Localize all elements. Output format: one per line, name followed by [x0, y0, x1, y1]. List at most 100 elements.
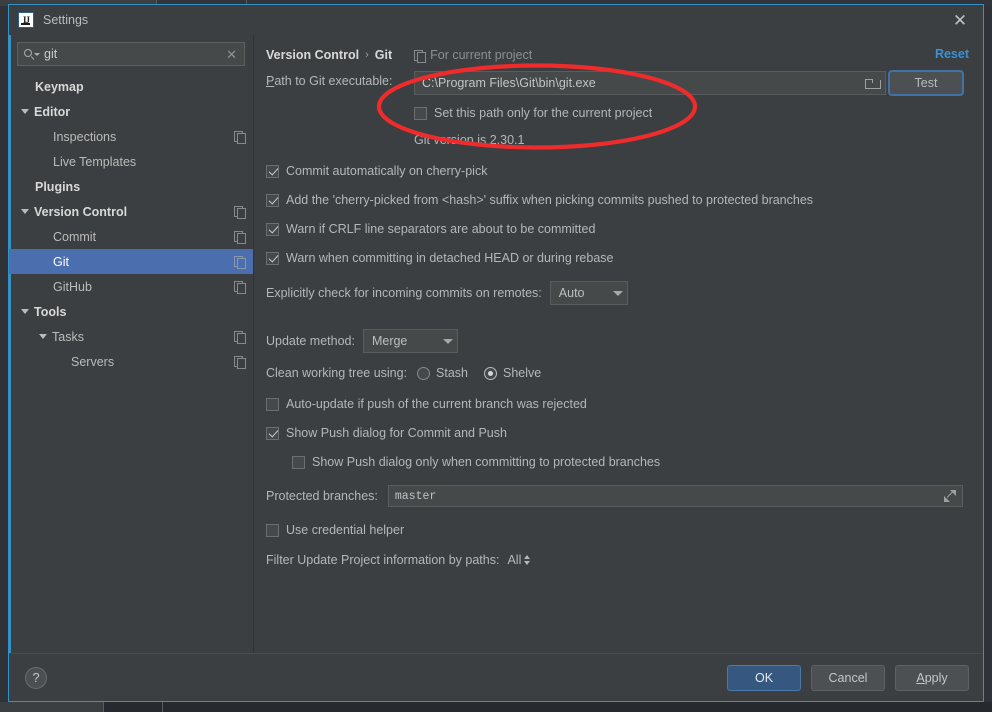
git-option-checkbox[interactable]: [266, 252, 279, 265]
clear-search-icon[interactable]: ✕: [225, 48, 238, 61]
ok-button[interactable]: OK: [727, 664, 801, 691]
chevron-down-icon[interactable]: [21, 209, 29, 214]
set-path-current-project-row[interactable]: Set this path only for the current proje…: [266, 99, 969, 128]
set-path-current-project-label: Set this path only for the current proje…: [434, 106, 653, 121]
stash-radio[interactable]: [417, 366, 431, 380]
sidebar-item-git[interactable]: Git: [9, 249, 253, 274]
incoming-commits-label: Explicitly check for incoming commits on…: [266, 286, 542, 300]
git-option-checkbox[interactable]: [266, 194, 279, 207]
sidebar-item-github[interactable]: GitHub: [9, 274, 253, 299]
git-path-input[interactable]: C:\Program Files\Git\bin\git.exe: [414, 71, 886, 95]
sidebar-item-version-control[interactable]: Version Control: [9, 199, 253, 224]
protected-branches-input[interactable]: master: [387, 485, 963, 507]
project-scope-indicator: For current project: [414, 48, 533, 63]
project-scope-label: For current project: [430, 48, 533, 62]
folder-icon[interactable]: [865, 78, 881, 89]
sidebar-item-servers[interactable]: Servers: [9, 349, 253, 374]
project-scope-icon: [234, 131, 246, 144]
use-credential-helper-label: Use credential helper: [286, 523, 405, 538]
git-option-label: Warn if CRLF line separators are about t…: [286, 222, 596, 237]
git-option-row[interactable]: Warn when committing in detached HEAD or…: [266, 244, 969, 273]
git-option-label: Warn when committing in detached HEAD or…: [286, 251, 614, 266]
clean-working-tree-label: Clean working tree using:: [266, 366, 408, 380]
sidebar-item-plugins[interactable]: Plugins: [9, 174, 253, 199]
update-method-select[interactable]: Merge: [362, 329, 458, 353]
settings-dialog: IJ Settings ✕ git ✕ Keymap Editor Inspecti…: [8, 4, 984, 702]
sidebar-item-editor[interactable]: Editor: [9, 99, 253, 124]
sidebar-item-label: GitHub: [53, 279, 92, 294]
expand-icon[interactable]: [944, 490, 956, 502]
git-option-row[interactable]: Warn if CRLF line separators are about t…: [266, 215, 969, 244]
chevron-down-icon[interactable]: [21, 309, 29, 314]
filter-paths-stepper[interactable]: All: [507, 553, 531, 567]
search-icon: [24, 48, 40, 61]
update-method-value: Merge: [371, 334, 408, 348]
git-option-row[interactable]: Commit automatically on cherry-pick: [266, 157, 969, 186]
shelve-radio[interactable]: [484, 366, 498, 380]
show-push-protected-checkbox[interactable]: [292, 456, 305, 469]
git-path-value: C:\Program Files\Git\bin\git.exe: [422, 76, 596, 90]
sidebar-item-tasks[interactable]: Tasks: [9, 324, 253, 349]
help-icon[interactable]: ?: [25, 666, 47, 689]
project-scope-icon: [234, 356, 246, 369]
sidebar-item-tools[interactable]: Tools: [9, 299, 253, 324]
show-push-dialog-row[interactable]: Show Push dialog for Commit and Push: [266, 419, 969, 448]
dialog-titlebar[interactable]: IJ Settings ✕: [9, 5, 983, 35]
breadcrumb-separator: ›: [365, 49, 369, 61]
breadcrumb-parent[interactable]: Version Control: [266, 48, 359, 62]
use-credential-helper-row[interactable]: Use credential helper: [266, 516, 969, 545]
git-option-checkbox[interactable]: [266, 223, 279, 236]
sidebar-item-label: Servers: [71, 354, 115, 369]
use-credential-helper-checkbox[interactable]: [266, 524, 279, 537]
dialog-body: git ✕ Keymap Editor Inspections Live Templa…: [9, 35, 983, 653]
protected-branches-row: Protected branches: master: [266, 481, 969, 511]
update-method-label: Update method:: [266, 334, 355, 348]
protected-branches-value: master: [394, 489, 437, 503]
project-scope-icon: [234, 206, 246, 219]
chevron-down-icon: [442, 338, 453, 344]
sidebar-item-label: Editor: [34, 104, 71, 119]
breadcrumb: Version Control › Git For current projec…: [266, 48, 533, 63]
settings-sidebar: git ✕ Keymap Editor Inspections Live Templa…: [9, 35, 254, 653]
search-input[interactable]: git ✕: [17, 42, 245, 66]
chevron-down-icon[interactable]: [21, 109, 29, 114]
filter-paths-label: Filter Update Project information by pat…: [266, 553, 500, 567]
backdrop-bottom-divider-1: [103, 702, 104, 712]
git-option-row[interactable]: Add the 'cherry-picked from <hash>' suff…: [266, 186, 969, 215]
git-option-label: Commit automatically on cherry-pick: [286, 164, 488, 179]
show-push-dialog-checkbox[interactable]: [266, 427, 279, 440]
show-push-protected-row[interactable]: Show Push dialog only when committing to…: [266, 448, 969, 477]
protected-branches-label: Protected branches:: [266, 489, 378, 503]
intellij-idea-logo-icon: IJ: [18, 12, 34, 28]
settings-tree: Keymap Editor Inspections Live Templates Plu…: [9, 70, 253, 653]
auto-update-row[interactable]: Auto-update if push of the current branc…: [266, 390, 969, 419]
auto-update-checkbox[interactable]: [266, 398, 279, 411]
chevron-down-icon[interactable]: [39, 334, 47, 339]
cancel-button[interactable]: Cancel: [811, 664, 885, 691]
search-container: git ✕: [9, 35, 253, 70]
radio-option-stash[interactable]: Stash: [417, 366, 468, 380]
close-icon[interactable]: ✕: [947, 8, 973, 32]
sidebar-item-label: Plugins: [35, 179, 81, 194]
incoming-commits-row: Explicitly check for incoming commits on…: [266, 276, 969, 310]
sidebar-item-label: Version Control: [34, 204, 128, 219]
set-path-current-project-checkbox[interactable]: [414, 107, 427, 120]
sidebar-item-commit[interactable]: Commit: [9, 224, 253, 249]
git-option-label: Add the 'cherry-picked from <hash>' suff…: [286, 193, 814, 208]
git-option-checkbox[interactable]: [266, 165, 279, 178]
test-button[interactable]: Test: [888, 70, 964, 96]
sidebar-item-inspections[interactable]: Inspections: [9, 124, 253, 149]
settings-content-panel: Version Control › Git For current projec…: [254, 35, 983, 653]
incoming-commits-select[interactable]: Auto: [549, 281, 628, 305]
auto-update-label: Auto-update if push of the current branc…: [286, 397, 587, 412]
sidebar-item-label: Git: [53, 254, 69, 269]
backdrop-bottom-tab: [0, 702, 103, 712]
sidebar-item-live-templates[interactable]: Live Templates: [9, 149, 253, 174]
sidebar-item-keymap[interactable]: Keymap: [9, 74, 253, 99]
apply-button[interactable]: Apply: [895, 664, 969, 691]
radio-option-shelve[interactable]: Shelve: [484, 366, 541, 380]
git-path-label: Path to Git executable:: [266, 74, 392, 88]
breadcrumb-current: Git: [374, 48, 393, 62]
project-scope-icon: [234, 331, 246, 344]
reset-link[interactable]: Reset: [935, 47, 969, 61]
